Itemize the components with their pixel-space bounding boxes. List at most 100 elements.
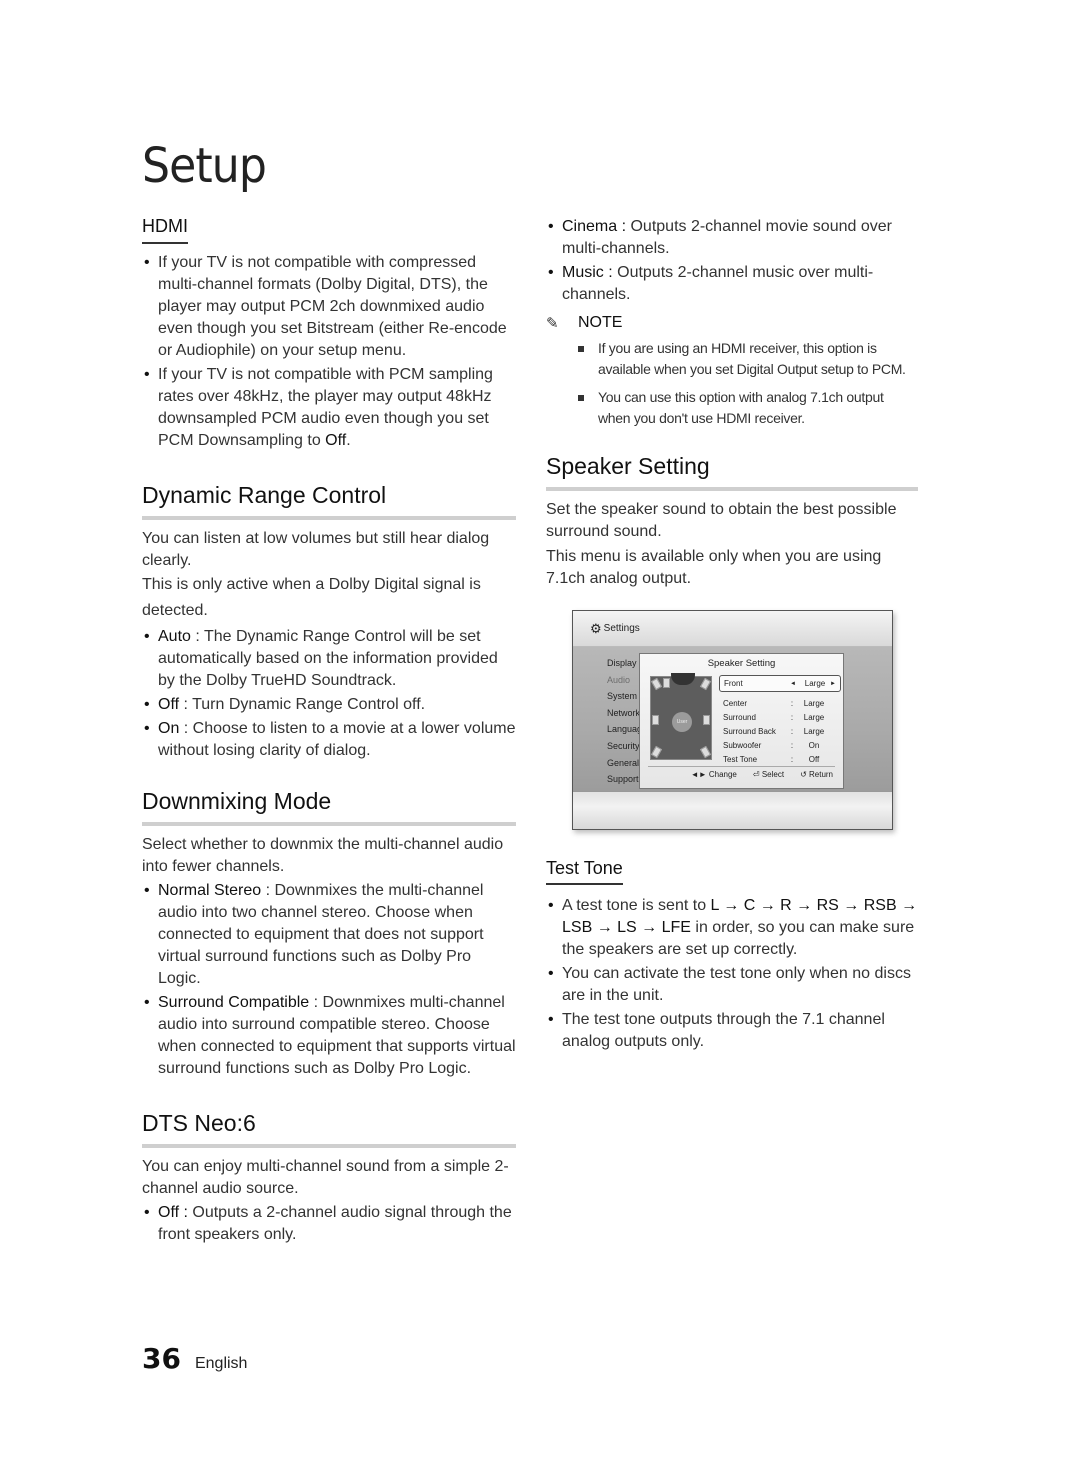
speaker-option-center[interactable]: Center : Large — [719, 696, 841, 710]
downmix-heading: Downmixing Mode — [142, 788, 516, 826]
note-label: NOTE — [578, 314, 623, 331]
drc-heading: Dynamic Range Control — [142, 482, 516, 520]
speaker-icon — [650, 677, 663, 691]
option-term: Auto — [158, 628, 191, 645]
drc-section: Dynamic Range Control You can listen at … — [142, 482, 516, 762]
speaker-setting-dialog: Speaker Setting User Front ◄ Large ► Cen… — [639, 653, 844, 789]
option-label: Surround Back — [723, 726, 776, 736]
speaker-icon — [650, 745, 663, 759]
left-column: HDMI If your TV is not compatible with c… — [142, 216, 516, 1248]
tv-icon — [671, 673, 695, 685]
option-value: Large — [803, 698, 825, 708]
speaker-icon — [699, 677, 712, 691]
hdmi-bullet-end: . — [346, 432, 351, 449]
option-term: Off — [158, 696, 180, 713]
option-separator: : — [790, 726, 794, 736]
option-desc: : The Dynamic Range Control will be set … — [158, 628, 498, 689]
note-list: If you are using an HDMI receiver, this … — [578, 338, 918, 429]
dialog-footer: ◄► Change ⏎ Select ↺ Return — [640, 770, 843, 779]
speaker-setting-screen: ⚙ Settings Display Audio System Network … — [572, 610, 893, 830]
option-term: Normal Stereo — [158, 882, 262, 899]
speaker-heading: Speaker Setting — [546, 453, 918, 491]
option-separator: : — [790, 698, 794, 708]
drc-intro: You can listen at low volumes but still … — [142, 530, 490, 569]
dts-heading: DTS Neo:6 — [142, 1110, 516, 1148]
downmix-option: Normal Stereo : Downmixes the multi-chan… — [142, 880, 516, 990]
option-term: Off : — [158, 1204, 188, 1221]
bullet-text: A test tone is sent to — [562, 897, 711, 914]
option-value: On — [808, 740, 820, 750]
option-label: Test Tone — [723, 754, 758, 764]
pencil-icon: ✎ — [546, 315, 559, 332]
user-position-icon: User — [672, 712, 692, 732]
dts-option: Off : Outputs a 2-channel audio signal t… — [142, 1202, 516, 1246]
test-tone-heading: Test Tone — [546, 858, 623, 885]
page-footer: 36 English — [142, 1342, 247, 1375]
option-term: Music : — [562, 264, 613, 281]
note-header: ✎ NOTE — [546, 314, 918, 332]
speaker-option-test-tone[interactable]: Test Tone : Off — [719, 752, 841, 766]
option-desc: Outputs a 2-channel audio signal through… — [158, 1204, 512, 1243]
test-tone-section: Test Tone A test tone is sent to L → C →… — [546, 830, 918, 1053]
speaker-layout-diagram: User — [650, 673, 712, 760]
downmix-section: Downmixing Mode Select whether to downmi… — [142, 788, 516, 1080]
osd-title: Settings — [603, 623, 640, 634]
option-term: Surround Compatible — [158, 994, 310, 1011]
speaker-icon — [703, 715, 710, 725]
option-value: Large — [803, 712, 825, 722]
arrow-right-icon[interactable]: ► — [830, 681, 836, 687]
option-label: Front — [724, 679, 743, 688]
dts-intro: You can enjoy multi-channel sound from a… — [142, 1158, 509, 1197]
speaker-option-surround-back[interactable]: Surround Back : Large — [719, 724, 841, 738]
dialog-title: Speaker Setting — [707, 658, 776, 669]
hdmi-bullet-bold: Off — [325, 432, 347, 449]
speaker-option-surround[interactable]: Surround : Large — [719, 710, 841, 724]
option-desc: : Turn Dynamic Range Control off. — [179, 696, 426, 713]
page-title: Setup — [142, 138, 267, 194]
page-language: English — [194, 1355, 248, 1372]
option-separator: : — [790, 712, 794, 722]
hdmi-heading: HDMI — [142, 216, 188, 244]
speaker-options: Front ◄ Large ► Center : Large Surround … — [719, 675, 841, 766]
speaker-section: Speaker Setting Set the speaker sound to… — [546, 453, 918, 830]
speaker-icon — [663, 678, 670, 688]
right-column: Cinema : Outputs 2-channel movie sound o… — [546, 216, 918, 1055]
option-term: Cinema : — [562, 218, 627, 235]
gear-icon: ⚙ — [590, 620, 602, 636]
osd-footer-band — [573, 791, 892, 829]
speaker-intro: Set the speaker sound to obtain the best… — [546, 501, 897, 540]
speaker-icon — [652, 715, 659, 725]
dialog-divider — [648, 766, 835, 767]
page-number: 36 — [142, 1342, 181, 1375]
hdmi-section: HDMI If your TV is not compatible with c… — [142, 216, 516, 452]
option-label: Center — [723, 698, 748, 708]
option-label: Surround — [723, 712, 756, 722]
speaker-option-front[interactable]: Front ◄ Large ► — [719, 675, 841, 692]
note-item: If you are using an HDMI receiver, this … — [578, 338, 918, 380]
drc-option: Auto : The Dynamic Range Control will be… — [142, 626, 516, 692]
speaker-option-subwoofer[interactable]: Subwoofer : On — [719, 738, 841, 752]
arrow-left-icon[interactable]: ◄ — [786, 681, 800, 687]
option-term: On — [158, 720, 180, 737]
note-item: You can use this option with analog 7.1c… — [578, 387, 918, 429]
select-hint: ⏎ Select — [752, 770, 785, 779]
drc-intro: This is only active when a Dolby Digital… — [142, 576, 481, 619]
dts-option: Music : Outputs 2-channel music over mul… — [546, 262, 918, 306]
option-value: Off — [808, 754, 820, 764]
hdmi-bullet: If your TV is not compatible with PCM sa… — [142, 364, 516, 452]
test-tone-bullet: You can activate the test tone only when… — [546, 963, 918, 1007]
option-value: Large — [803, 726, 825, 736]
option-value: Large — [804, 679, 826, 688]
option-separator: : — [790, 740, 794, 750]
option-label: Subwoofer — [723, 740, 762, 750]
downmix-intro: Select whether to downmix the multi-chan… — [142, 836, 504, 875]
option-desc: : Choose to listen to a movie at a lower… — [158, 720, 516, 759]
test-tone-bullet: The test tone outputs through the 7.1 ch… — [546, 1009, 918, 1053]
change-hint: ◄► Change — [690, 770, 737, 779]
speaker-icon — [699, 745, 712, 759]
drc-option: Off : Turn Dynamic Range Control off. — [142, 694, 516, 716]
dts-section: DTS Neo:6 You can enjoy multi-channel so… — [142, 1110, 516, 1246]
return-hint: ↺ Return — [800, 770, 833, 779]
dts-option: Cinema : Outputs 2-channel movie sound o… — [546, 216, 918, 260]
option-separator: : — [790, 754, 794, 764]
